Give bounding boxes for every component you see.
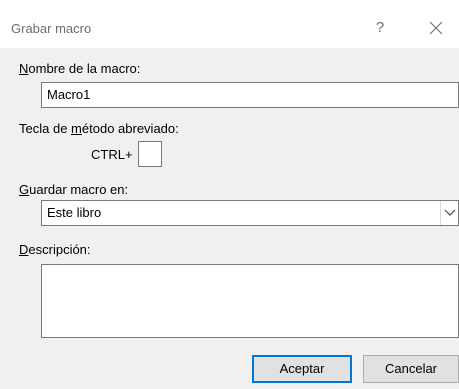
store-in-selected-value: Este libro [47, 205, 102, 220]
store-in-select[interactable]: Este libro [41, 200, 459, 226]
dialog-title: Grabar macro [11, 21, 92, 36]
ctrl-prefix-label: CTRL+ [91, 147, 133, 162]
macro-name-label-text: ombre de la macro: [28, 61, 141, 76]
store-in-label: Guardar macro en: [19, 182, 128, 197]
description-label-accesskey: D [19, 242, 29, 257]
macro-name-input[interactable]: Macro1 [41, 82, 459, 108]
store-in-label-text: uardar macro en: [29, 182, 129, 197]
store-in-label-accesskey: G [19, 182, 30, 197]
ok-button[interactable]: Aceptar [252, 355, 352, 383]
close-button[interactable] [421, 14, 451, 42]
help-button[interactable]: ? [365, 14, 395, 42]
close-icon [429, 21, 443, 35]
dropdown-button[interactable] [440, 201, 458, 225]
description-label-text: escripción: [28, 242, 91, 257]
cancel-button[interactable]: Cancelar [363, 355, 459, 383]
description-label: Descripción: [19, 242, 91, 257]
description-textarea[interactable] [41, 264, 459, 338]
shortcut-label-post: étodo abreviado: [81, 121, 179, 136]
record-macro-dialog: Grabar macro ? Nombre de la macro: Macro… [0, 0, 459, 389]
macro-name-value: Macro1 [47, 87, 91, 102]
chevron-down-icon [444, 209, 456, 216]
macro-name-label-accesskey: N [19, 61, 29, 76]
shortcut-label-pre: Tecla de [19, 121, 72, 136]
title-bar: Grabar macro ? [0, 0, 459, 48]
shortcut-label-accesskey: m [71, 121, 82, 136]
shortcut-label: Tecla de método abreviado: [19, 121, 179, 136]
shortcut-key-input[interactable] [138, 141, 162, 167]
macro-name-label: Nombre de la macro: [19, 61, 140, 76]
